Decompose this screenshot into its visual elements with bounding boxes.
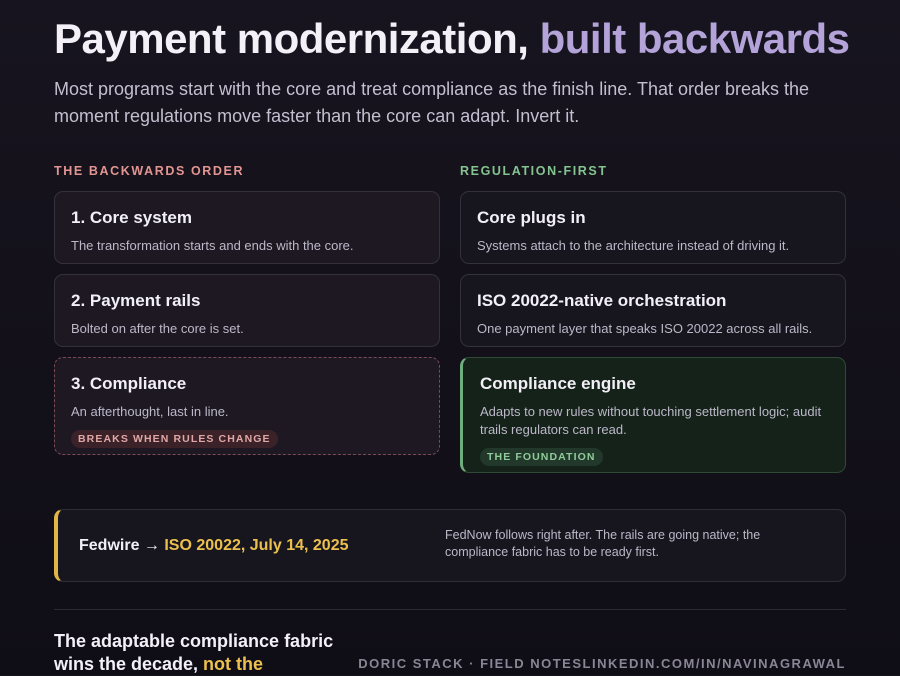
regfirst-card-iso: ISO 20022-native orchestration One payme… [460, 274, 846, 347]
backwards-card-core: 1. Core system The transformation starts… [54, 191, 440, 264]
footer-credit[interactable]: DORIC STACK · FIELD NOTESLINKEDIN.COM/IN… [358, 656, 846, 671]
backwards-heading: THE BACKWARDS ORDER [54, 164, 245, 178]
card-desc: Systems attach to the architecture inste… [477, 238, 790, 253]
closing-highlight: not the [203, 654, 264, 674]
card-title: 2. Payment rails [71, 291, 201, 310]
title-accent: built backwards [539, 15, 850, 62]
page-title: Payment modernization, built backwards [54, 14, 850, 64]
fedwire-label: Fedwire → [79, 537, 165, 554]
backwards-card-compliance: 3. Compliance An afterthought, last in l… [54, 357, 440, 455]
fedwire-headline: Fedwire → ISO 20022, July 14, 2025 [79, 537, 349, 555]
section-divider [54, 609, 846, 610]
page-subtitle: Most programs start with the core and tr… [54, 79, 810, 126]
backwards-card-rails: 2. Payment rails Bolted on after the cor… [54, 274, 440, 347]
card-title: ISO 20022-native orchestration [477, 291, 727, 310]
card-desc: An afterthought, last in line. [71, 404, 229, 419]
closing-statement: The adaptable compliance fabric wins the… [54, 630, 344, 676]
title-main: Payment modernization, [54, 15, 540, 62]
regfirst-card-compliance: Compliance engine Adapts to new rules wi… [460, 357, 846, 473]
breaks-badge: BREAKS WHEN RULES CHANGE [71, 430, 278, 448]
card-title: 3. Compliance [71, 374, 187, 393]
card-title: Compliance engine [480, 374, 636, 393]
card-desc: Adapts to new rules without touching set… [480, 404, 822, 437]
card-title: 1. Core system [71, 208, 192, 227]
regfirst-card-core: Core plugs in Systems attach to the arch… [460, 191, 846, 264]
fedwire-note: FedNow follows right after. The rails ar… [445, 528, 761, 559]
infographic-page: Payment modernization, built backwards M… [54, 0, 850, 676]
fedwire-callout: Fedwire → ISO 20022, July 14, 2025 FedNo… [54, 509, 846, 582]
card-desc: One payment layer that speaks ISO 20022 … [477, 321, 813, 336]
card-title: Core plugs in [477, 208, 586, 227]
closing-text: The adaptable compliance fabric wins the… [54, 631, 334, 674]
fedwire-date: ISO 20022, July 14, 2025 [164, 537, 349, 554]
card-desc: The transformation starts and ends with … [71, 238, 354, 253]
regulation-first-heading: REGULATION-FIRST [460, 164, 608, 178]
foundation-badge: THE FOUNDATION [480, 448, 603, 466]
card-desc: Bolted on after the core is set. [71, 321, 244, 336]
